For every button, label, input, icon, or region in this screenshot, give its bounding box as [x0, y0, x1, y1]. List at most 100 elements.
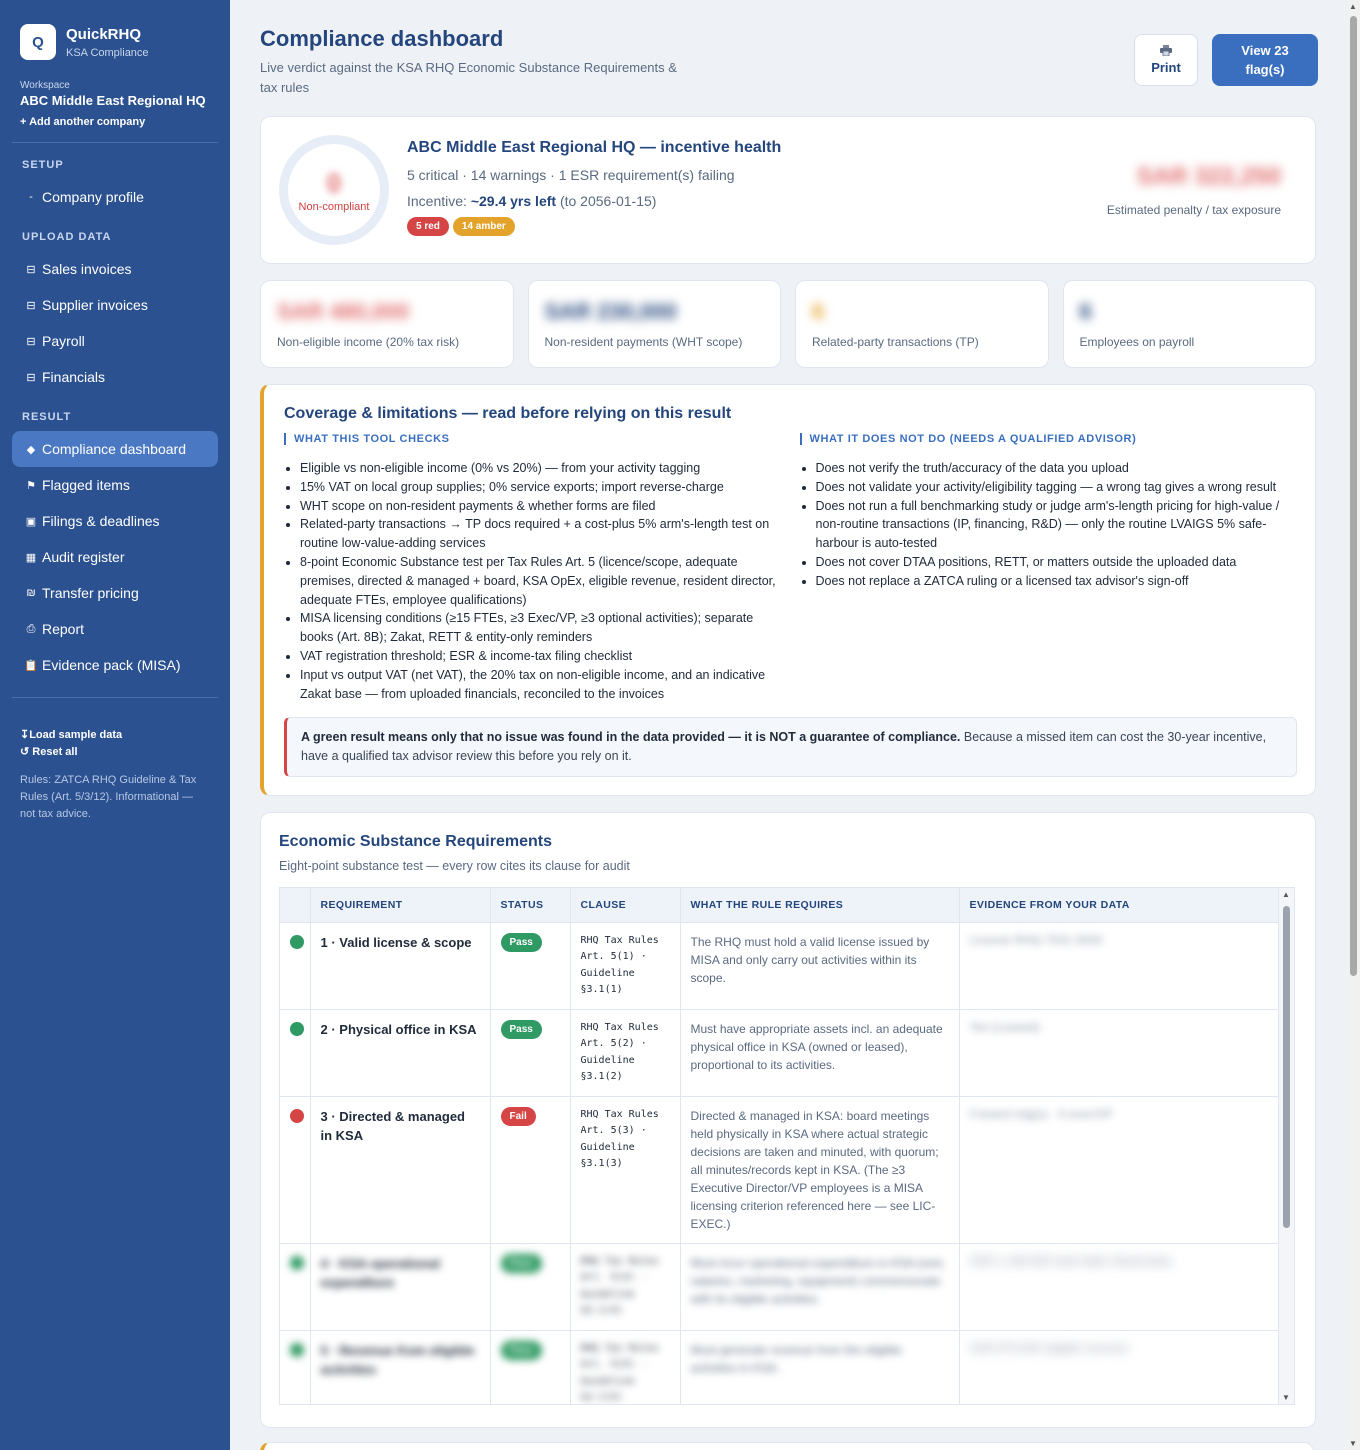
kpi-value: 6 [812, 299, 825, 324]
status-cell: Pass [490, 922, 571, 1010]
incentive-prefix: Incentive: [407, 193, 467, 209]
evidence-cell: Yes (Leased) [959, 1009, 1279, 1097]
exposure-label: Estimated penalty / tax exposure [1106, 203, 1281, 217]
kpi-value: 6 [1079, 299, 1092, 324]
rule-cell: The RHQ must hold a valid license issued… [680, 922, 960, 1010]
result-section-label: RESULT [22, 411, 72, 423]
esr-table-container[interactable]: REQUIREMENT STATUS CLAUSE WHAT THE RULE … [279, 887, 1295, 1405]
table-row: 3 · Directed & managed in KSA Fail RHQ Tax… [280, 1096, 1279, 1244]
table-header-row: REQUIREMENT STATUS CLAUSE WHAT THE RULE … [280, 888, 1279, 923]
rule-cell: Must have appropriate assets incl. an ad… [680, 1009, 960, 1097]
column-header: EVIDENCE FROM YOUR DATA [959, 888, 1279, 923]
esr-table: REQUIREMENT STATUS CLAUSE WHAT THE RULE … [280, 888, 1279, 1404]
sidebar-item-label: Payroll [42, 333, 85, 349]
list-item: MISA licensing conditions (≥15 FTEs, ≥3 … [300, 609, 782, 647]
sidebar-item-label: Report [42, 621, 85, 637]
sidebar-item-audit-register[interactable]: ▦ Audit register [12, 539, 218, 575]
sidebar-item-label: Transfer pricing [42, 585, 139, 601]
compliance-status: Non-compliant [298, 200, 370, 213]
workspace-name[interactable]: ABC Middle East Regional HQ [20, 93, 210, 108]
esr-card: Economic Substance Requirements Eight-po… [260, 812, 1316, 1428]
next-section-card [260, 1442, 1314, 1450]
kpi-label: Related-party transactions (TP) [812, 335, 979, 349]
coverage-title: Coverage & limitations — read before rel… [284, 405, 732, 422]
scroll-down-icon[interactable]: ▼ [1349, 1439, 1357, 1448]
printer-icon: ⎙ [26, 622, 36, 635]
page-scrollbar[interactable]: ▲ ▼ [1346, 0, 1360, 1450]
esr-table-body: 1 · Valid license & scope Pass RHQ Tax Rul… [280, 922, 1279, 1404]
list-item: Does not validate your activity/eligibil… [816, 478, 1298, 497]
rule-cell: Directed & managed in KSA: board meeting… [680, 1096, 960, 1244]
sidebar-item-label: Audit register [42, 549, 125, 565]
sidebar-item-report[interactable]: ⎙ Report [12, 611, 218, 647]
coverage-columns: WHAT THIS TOOL CHECKS Eligible vs non-el… [284, 433, 1297, 703]
requirement-cell: 2 · Physical office in KSA [310, 1009, 491, 1097]
table-scroll-thumb[interactable] [1283, 906, 1290, 1228]
evidence-cell: License RHQ-7531-3030 [959, 922, 1279, 1010]
dash-icon: - [29, 191, 33, 203]
load-sample-data-link[interactable]: ↧Load sample data [20, 728, 210, 741]
sidebar-item-sales-invoices[interactable]: ⊟ Sales invoices [12, 251, 218, 287]
status-badge: Pass [500, 1253, 542, 1273]
page-title: Compliance dashboard [260, 26, 504, 51]
evidence-cell: SAR 970,000 eligible revenue [959, 1330, 1279, 1404]
sidebar-item-supplier-invoices[interactable]: ⊟ Supplier invoices [12, 287, 218, 323]
scroll-down-icon[interactable]: ▼ [1282, 1393, 1290, 1402]
kpi-value: SAR 480,000 [277, 299, 410, 324]
sidebar-item-flagged-items[interactable]: ⚑ Flagged items [12, 467, 218, 503]
sidebar-divider [12, 142, 218, 143]
column-header: CLAUSE [570, 888, 681, 923]
scroll-up-icon[interactable]: ▲ [1282, 890, 1290, 899]
sidebar-item-label: Evidence pack (MISA) [42, 657, 181, 673]
pass-dot-icon [290, 934, 304, 949]
list-item: Input vs output VAT (net VAT), the 20% t… [300, 666, 782, 704]
sidebar-item-filings-deadlines[interactable]: ▣ Filings & deadlines [12, 503, 218, 539]
sidebar-item-financials[interactable]: ⊟ Financials [12, 359, 218, 395]
list-item: VAT registration threshold; ESR & income… [300, 647, 782, 666]
list-item: 8-point Economic Substance test per Tax … [300, 553, 782, 609]
sidebar-item-label: Filings & deadlines [42, 513, 160, 529]
sidebar-item-label: Sales invoices [42, 261, 132, 277]
status-cell: Pass [490, 1330, 571, 1404]
table-row: 1 · Valid license & scope Pass RHQ Tax Rul… [280, 922, 1279, 1010]
table-row: 5 · Revenue from eligible activities Pass… [280, 1330, 1279, 1404]
table-row: 4 · KSA operational expenditure Pass RHQ T… [280, 1243, 1279, 1331]
sidebar-divider [12, 697, 218, 698]
setup-section-label: SETUP [22, 159, 64, 171]
evidence-value: SAR 970,000 eligible revenue [969, 1340, 1129, 1355]
sidebar-item-compliance-dashboard[interactable]: ◆ Compliance dashboard [12, 431, 218, 467]
coverage-limitations-card: Coverage & limitations — read before rel… [260, 384, 1316, 796]
list-item: Eligible vs non-eligible income (0% vs 2… [300, 459, 782, 478]
column-header: WHAT THE RULE REQUIRES [680, 888, 960, 923]
status-badge: Pass [500, 1340, 542, 1360]
kpi-card-related-party: 6 Related-party transactions (TP) [795, 280, 1049, 368]
kpi-label: Employees on payroll [1079, 335, 1195, 349]
scroll-up-icon[interactable]: ▲ [1349, 2, 1357, 11]
print-button[interactable]: Print [1134, 34, 1198, 86]
pass-dot-icon [290, 1342, 304, 1357]
sidebar-item-evidence-pack[interactable]: 📋 Evidence pack (MISA) [12, 647, 218, 683]
reset-all-link[interactable]: ↺ Reset all [20, 745, 210, 758]
green-result-warning: A green result means only that no issue … [284, 717, 1297, 777]
evidence-cell: 0 board mtg(s) · 0 exec/VP [959, 1096, 1279, 1244]
table-scrollbar[interactable]: ▲ ▼ [1278, 888, 1294, 1404]
exposure-block: SAR 322,250 Estimated penalty / tax expo… [1107, 163, 1281, 217]
brand-logo: Q [20, 24, 56, 60]
sidebar-footer: ↧Load sample data ↺ Reset all Rules: ZAT… [12, 716, 218, 823]
sidebar-item-company-profile[interactable]: - Company profile [12, 179, 218, 215]
table-icon: ⊟ [26, 335, 36, 348]
page-scroll-thumb[interactable] [1350, 16, 1357, 976]
printer-icon [1160, 45, 1172, 56]
sidebar-item-payroll[interactable]: ⊟ Payroll [12, 323, 218, 359]
sidebar-item-label: Supplier invoices [42, 297, 148, 313]
status-badge: Fail [500, 1106, 536, 1126]
add-company-link[interactable]: + Add another company [20, 116, 210, 128]
rules-note: Rules: ZATCA RHQ Guideline & Tax Rules (… [20, 774, 197, 820]
column-header: REQUIREMENT [310, 888, 491, 923]
clause-cell: RHQ Tax Rules Art. 5(1) · Guideline §3.1… [570, 922, 681, 1010]
brand-subtitle: KSA Compliance [66, 46, 149, 59]
sidebar-item-transfer-pricing[interactable]: ₪ Transfer pricing [12, 575, 218, 611]
requirement-cell: 1 · Valid license & scope [310, 922, 491, 1010]
incentive-years: ~29.4 yrs left [470, 193, 557, 209]
view-flags-button[interactable]: View 23 flag(s) [1212, 34, 1318, 86]
